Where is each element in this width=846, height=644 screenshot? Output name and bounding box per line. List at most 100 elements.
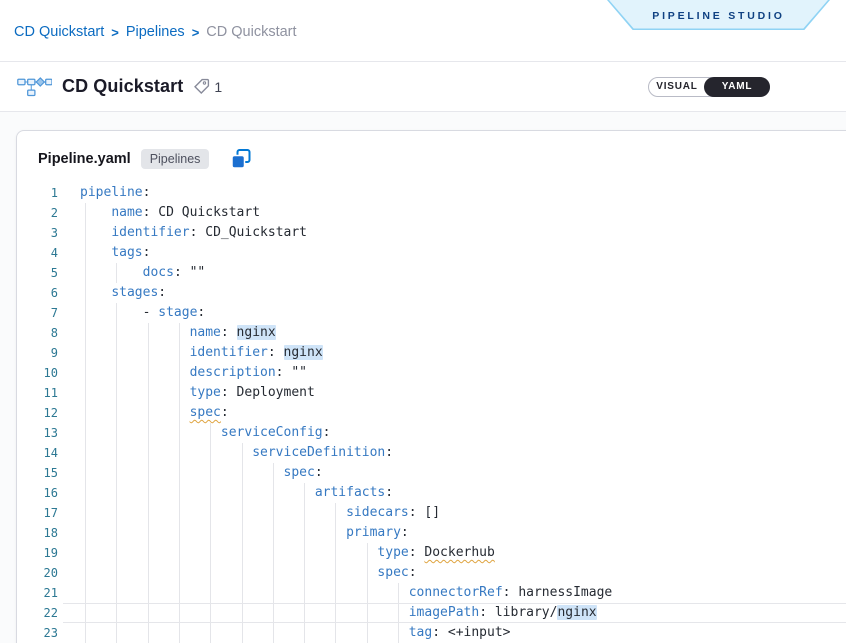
- copy-icon: [230, 148, 252, 170]
- line-number: 3: [17, 223, 58, 243]
- code-text[interactable]: name: nginx: [80, 323, 846, 343]
- code-token: tag: [409, 625, 432, 640]
- toggle-yaml-button[interactable]: YAML: [704, 77, 770, 97]
- code-text[interactable]: primary:: [80, 523, 846, 543]
- indent-guide: [179, 403, 180, 423]
- indent-guide: [85, 483, 86, 503]
- code-token: Dockerhub: [424, 545, 494, 560]
- code-text[interactable]: serviceConfig:: [80, 423, 846, 443]
- indent-guide: [179, 323, 180, 343]
- code-line[interactable]: 18 primary:: [17, 523, 846, 543]
- code-token: pipeline: [80, 185, 143, 200]
- code-text[interactable]: imagePath: library/nginx: [80, 603, 846, 623]
- code-line[interactable]: 13 serviceConfig:: [17, 423, 846, 443]
- code-token: type: [377, 545, 408, 560]
- indent-guide: [148, 363, 149, 383]
- code-token: :: [401, 525, 409, 540]
- indent-guide: [85, 523, 86, 543]
- code-text[interactable]: description: "": [80, 363, 846, 383]
- indent-guide: [179, 383, 180, 403]
- code-line[interactable]: 11 type: Deployment: [17, 383, 846, 403]
- code-text[interactable]: serviceDefinition:: [80, 443, 846, 463]
- editor-header: Pipeline.yaml Pipelines: [17, 131, 846, 171]
- indent-guide: [148, 563, 149, 583]
- code-text[interactable]: docs: "": [80, 263, 846, 283]
- code-line[interactable]: 20 spec:: [17, 563, 846, 583]
- indent-guide: [304, 543, 305, 563]
- code-line[interactable]: 3 identifier: CD_Quickstart: [17, 223, 846, 243]
- code-text[interactable]: identifier: nginx: [80, 343, 846, 363]
- code-token: :: [158, 285, 166, 300]
- code-text[interactable]: connectorRef: harnessImage: [80, 583, 846, 603]
- code-text[interactable]: identifier: CD_Quickstart: [80, 223, 846, 243]
- indent-guide: [85, 223, 86, 243]
- code-text[interactable]: tags:: [80, 243, 846, 263]
- code-line[interactable]: 19 type: Dockerhub: [17, 543, 846, 563]
- code-text[interactable]: spec:: [80, 563, 846, 583]
- code-text[interactable]: spec:: [80, 403, 846, 423]
- indent-guide: [179, 343, 180, 363]
- code-line[interactable]: 4 tags:: [17, 243, 846, 263]
- code-text[interactable]: artifacts:: [80, 483, 846, 503]
- code-line[interactable]: 23 tag: <+input>: [17, 623, 846, 643]
- line-number: 22: [17, 603, 58, 623]
- code-line[interactable]: 10 description: "": [17, 363, 846, 383]
- code-text[interactable]: type: Deployment: [80, 383, 846, 403]
- line-number: 14: [17, 443, 58, 463]
- code-line[interactable]: 12 spec:: [17, 403, 846, 423]
- code-line[interactable]: 15 spec:: [17, 463, 846, 483]
- code-line[interactable]: 17 sidecars: []: [17, 503, 846, 523]
- copy-button[interactable]: [230, 148, 252, 170]
- indent-guide: [179, 543, 180, 563]
- code-token: spec: [190, 405, 221, 420]
- code-line[interactable]: 5 docs: "": [17, 263, 846, 283]
- code-text[interactable]: tag: <+input>: [80, 623, 846, 643]
- indent-guide: [179, 443, 180, 463]
- indent-guide: [304, 583, 305, 603]
- breadcrumb-link-pipelines[interactable]: Pipelines: [126, 24, 185, 40]
- breadcrumb-separator: >: [111, 25, 119, 40]
- indent-guide: [116, 443, 117, 463]
- tag-icon: [193, 78, 210, 95]
- code-line[interactable]: 22 imagePath: library/nginx: [17, 603, 846, 623]
- code-token: <+input>: [448, 625, 511, 640]
- code-token: Deployment: [237, 385, 315, 400]
- code-token: :: [221, 385, 237, 400]
- line-number: 9: [17, 343, 58, 363]
- indent-guide: [116, 483, 117, 503]
- code-token: "": [190, 265, 206, 280]
- code-text[interactable]: - stage:: [80, 303, 846, 323]
- code-line[interactable]: 1pipeline:: [17, 183, 846, 203]
- indent-guide: [85, 583, 86, 603]
- pipeline-studio-label: PIPELINE STUDIO: [652, 8, 784, 22]
- code-token: :: [409, 545, 425, 560]
- toggle-visual-button[interactable]: VISUAL: [649, 81, 705, 92]
- word-highlight: nginx: [237, 325, 276, 340]
- code-line[interactable]: 2 name: CD Quickstart: [17, 203, 846, 223]
- code-token: :: [432, 625, 448, 640]
- code-line[interactable]: 14 serviceDefinition:: [17, 443, 846, 463]
- code-text[interactable]: name: CD Quickstart: [80, 203, 846, 223]
- code-line[interactable]: 7 - stage:: [17, 303, 846, 323]
- indent-guide: [242, 503, 243, 523]
- breadcrumb-link-project[interactable]: CD Quickstart: [14, 24, 104, 40]
- line-number: 6: [17, 283, 58, 303]
- indent-guide: [85, 443, 86, 463]
- indent-guide: [148, 623, 149, 643]
- indent-guide: [85, 623, 86, 643]
- code-line[interactable]: 6 stages:: [17, 283, 846, 303]
- code-line[interactable]: 8 name: nginx: [17, 323, 846, 343]
- code-line[interactable]: 9 identifier: nginx: [17, 343, 846, 363]
- code-text[interactable]: sidecars: []: [80, 503, 846, 523]
- line-number: 15: [17, 463, 58, 483]
- code-text[interactable]: pipeline:: [80, 183, 846, 203]
- code-text[interactable]: stages:: [80, 283, 846, 303]
- code-text[interactable]: type: Dockerhub: [80, 543, 846, 563]
- code-line[interactable]: 16 artifacts:: [17, 483, 846, 503]
- code-token: serviceDefinition: [252, 445, 385, 460]
- code-line[interactable]: 21 connectorRef: harnessImage: [17, 583, 846, 603]
- code-token: type: [190, 385, 221, 400]
- code-text[interactable]: spec:: [80, 463, 846, 483]
- indent-guide: [273, 463, 274, 483]
- line-number: 21: [17, 583, 58, 603]
